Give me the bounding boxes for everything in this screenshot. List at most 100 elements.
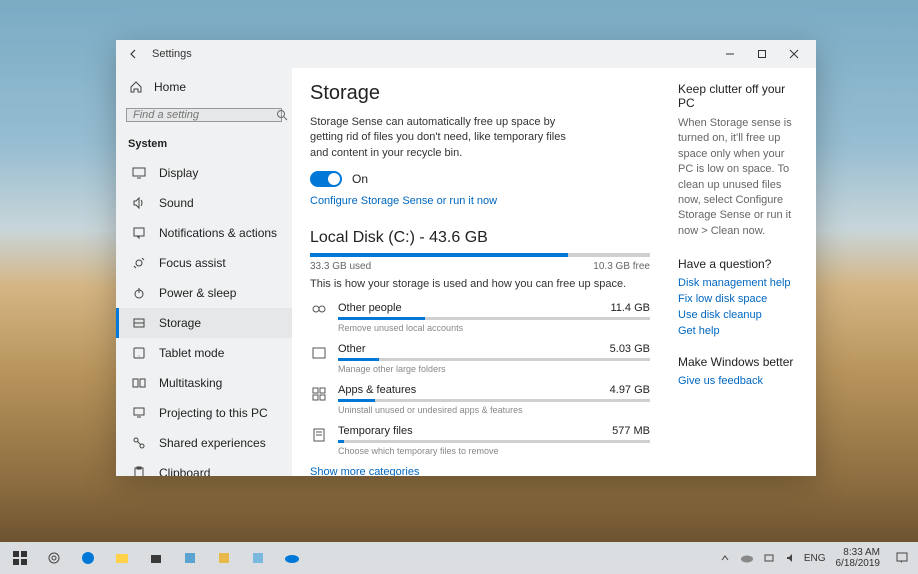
nav-item-multitasking[interactable]: Multitasking — [116, 368, 292, 398]
taskbar-clock[interactable]: 8:33 AM 6/18/2019 — [830, 547, 887, 569]
multitasking-icon — [131, 376, 147, 390]
category-sub: Remove unused local accounts — [338, 323, 650, 333]
minimize-icon — [725, 49, 735, 59]
tray-network[interactable] — [760, 549, 778, 567]
back-button[interactable] — [122, 48, 146, 60]
sidebar: Home System DisplaySoundNotifications & … — [116, 68, 292, 476]
nav-item-label: Storage — [159, 316, 201, 330]
category-bar — [338, 358, 650, 361]
focus-icon — [131, 256, 147, 270]
window-title: Settings — [152, 48, 192, 60]
cloud-icon — [284, 553, 300, 563]
storage-category[interactable]: Other 5.03 GB Manage other large folders — [310, 343, 650, 374]
action-center-button[interactable] — [890, 551, 914, 565]
category-bar — [338, 317, 650, 320]
clutter-text: When Storage sense is turned on, it'll f… — [678, 116, 798, 239]
tray-volume[interactable] — [782, 549, 800, 567]
cloud-icon — [740, 553, 754, 563]
shared-icon — [131, 436, 147, 450]
onedrive-button[interactable] — [276, 544, 308, 572]
explorer-button[interactable] — [106, 544, 138, 572]
app-button-3[interactable] — [242, 544, 274, 572]
window-controls — [714, 44, 810, 64]
nav-home-label: Home — [154, 80, 186, 94]
app-icon — [251, 551, 265, 565]
minimize-button[interactable] — [714, 44, 746, 64]
nav-item-clipboard[interactable]: Clipboard — [116, 458, 292, 476]
nav-item-tablet[interactable]: Tablet mode — [116, 338, 292, 368]
better-heading: Make Windows better — [678, 355, 798, 369]
clipboard-icon — [131, 466, 147, 476]
search-input[interactable] — [133, 109, 276, 121]
configure-storage-sense-link[interactable]: Configure Storage Sense or run it now — [310, 195, 650, 207]
tray-onedrive[interactable] — [738, 549, 756, 567]
edge-button[interactable] — [72, 544, 104, 572]
category-name: Other — [338, 343, 366, 355]
start-button[interactable] — [4, 544, 36, 572]
help-link[interactable]: Disk management help — [678, 277, 798, 289]
maximize-icon — [757, 49, 767, 59]
category-icon — [310, 302, 328, 333]
app-button-2[interactable] — [208, 544, 240, 572]
question-heading: Have a question? — [678, 257, 798, 271]
disk-usage-bar — [310, 253, 650, 257]
nav-home[interactable]: Home — [116, 72, 292, 102]
help-link[interactable]: Use disk cleanup — [678, 309, 798, 321]
storage-category[interactable]: Other people 11.4 GB Remove unused local a… — [310, 302, 650, 333]
nav-item-sound[interactable]: Sound — [116, 188, 292, 218]
nav-item-shared[interactable]: Shared experiences — [116, 428, 292, 458]
app-icon — [183, 551, 197, 565]
nav-item-notifications[interactable]: Notifications & actions — [116, 218, 292, 248]
clock-date: 6/18/2019 — [836, 558, 881, 569]
notification-icon — [895, 551, 909, 565]
close-button[interactable] — [778, 44, 810, 64]
nav-item-power[interactable]: Power & sleep — [116, 278, 292, 308]
tablet-icon — [131, 346, 147, 360]
category-sub: Uninstall unused or undesired apps & fea… — [338, 405, 650, 415]
settings-taskbar-button[interactable] — [38, 544, 70, 572]
search-box[interactable] — [126, 108, 282, 122]
category-sub: Manage other large folders — [338, 364, 650, 374]
display-icon — [131, 166, 147, 180]
nav-item-storage[interactable]: Storage — [116, 308, 292, 338]
chevron-up-icon — [720, 553, 730, 563]
storage-sense-toggle[interactable] — [310, 171, 342, 187]
nav-item-display[interactable]: Display — [116, 158, 292, 188]
category-icon — [310, 425, 328, 456]
nav-item-label: Tablet mode — [159, 346, 224, 360]
nav-item-label: Power & sleep — [159, 286, 236, 300]
tray-language[interactable]: ENG — [804, 553, 826, 564]
help-link[interactable]: Fix low disk space — [678, 293, 798, 305]
category-name: Other people — [338, 302, 402, 314]
app-icon — [217, 551, 231, 565]
category-bar — [338, 399, 650, 402]
maximize-button[interactable] — [746, 44, 778, 64]
nav-item-label: Sound — [159, 196, 194, 210]
help-link[interactable]: Get help — [678, 325, 798, 337]
home-icon — [128, 80, 144, 94]
nav-item-focus[interactable]: Focus assist — [116, 248, 292, 278]
app-button-1[interactable] — [174, 544, 206, 572]
category-size: 11.4 GB — [610, 302, 650, 314]
titlebar: Settings — [116, 40, 816, 68]
storage-category[interactable]: Apps & features4.97 GBUninstall unused o… — [310, 384, 650, 415]
storage-category[interactable]: Temporary files577 MBChoose which tempor… — [310, 425, 650, 456]
page-title: Storage — [310, 82, 650, 105]
tray-chevron[interactable] — [716, 549, 734, 567]
page-description: Storage Sense can automatically free up … — [310, 115, 570, 161]
show-more-categories-link[interactable]: Show more categories — [310, 466, 650, 476]
nav-item-label: Notifications & actions — [159, 226, 277, 240]
category-sub: Choose which temporary files to remove — [338, 446, 650, 456]
category-name: Temporary files — [338, 425, 413, 437]
clock-time: 8:33 AM — [843, 547, 880, 558]
store-button[interactable] — [140, 544, 172, 572]
nav-item-label: Focus assist — [159, 256, 226, 270]
nav-item-projecting[interactable]: Projecting to this PC — [116, 398, 292, 428]
clutter-heading: Keep clutter off your PC — [678, 82, 798, 110]
category-size: 5.03 GB — [610, 343, 650, 355]
folder-icon — [115, 551, 129, 565]
windows-icon — [13, 551, 27, 565]
nav-item-label: Shared experiences — [159, 436, 266, 450]
feedback-link[interactable]: Give us feedback — [678, 375, 798, 387]
disk-used: 33.3 GB used — [310, 261, 371, 272]
